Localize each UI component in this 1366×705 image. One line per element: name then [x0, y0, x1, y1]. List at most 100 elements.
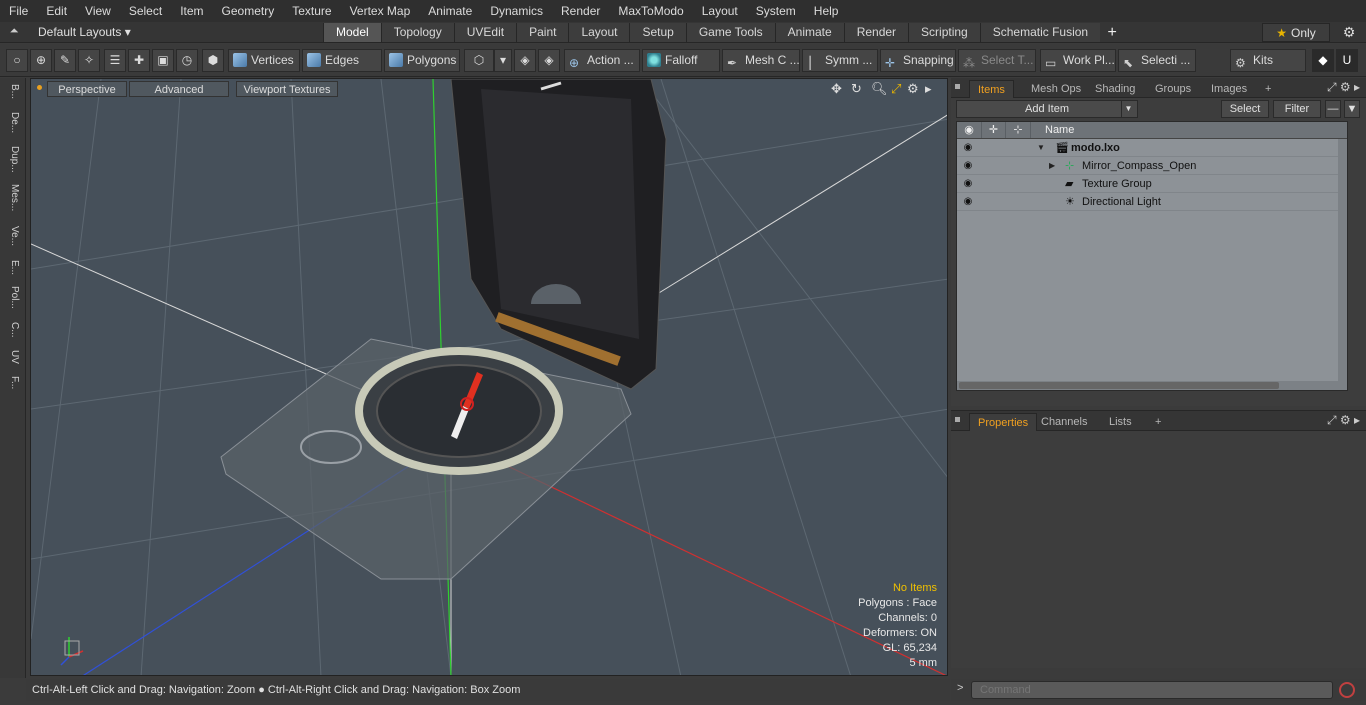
- menu-dynamics[interactable]: Dynamics: [481, 0, 552, 22]
- zoom-icon[interactable]: 🔍︎: [871, 81, 888, 97]
- record-macro-icon[interactable]: [1339, 682, 1355, 698]
- menu-item[interactable]: Item: [171, 0, 212, 22]
- panel-menu-icon[interactable]: [955, 417, 960, 422]
- tab-model[interactable]: Model: [323, 23, 381, 42]
- center-icon[interactable]: ✚: [128, 49, 150, 72]
- default-layouts-dropdown[interactable]: Default Layouts ▾: [30, 22, 139, 43]
- vertices-button[interactable]: Vertices: [228, 49, 300, 72]
- eye-icon[interactable]: ◉: [961, 157, 975, 175]
- maximize-icon[interactable]: ⤢: [891, 81, 901, 97]
- menu-system[interactable]: System: [747, 0, 805, 22]
- snapping-button[interactable]: ✛ Snapping: [880, 49, 956, 72]
- only-button[interactable]: ★ Only: [1262, 23, 1330, 42]
- tab-render[interactable]: Render: [843, 23, 909, 42]
- tree-row-scene[interactable]: ◉ ▼ 🎬︎ modo.lxo: [957, 139, 1347, 157]
- panel-expand-gear-icon[interactable]: ⤢ ⚙ ▸: [1327, 413, 1360, 428]
- chevron-down-icon[interactable]: ▾: [494, 49, 512, 72]
- tab-uvedit[interactable]: UVEdit: [453, 23, 517, 42]
- menu-vertex-map[interactable]: Vertex Map: [341, 0, 420, 22]
- horizontal-scrollbar[interactable]: [957, 381, 1347, 390]
- selection-sets-button[interactable]: ⬉ Selecti ...: [1118, 49, 1196, 72]
- strip-tab-duplicate[interactable]: Dup...: [4, 146, 20, 173]
- viewport-gear-icon[interactable]: ⚙: [907, 81, 919, 97]
- scroll-thumb[interactable]: [959, 382, 1279, 389]
- viewport-textures-button[interactable]: Viewport Textures: [236, 81, 338, 97]
- tree-row-directional-light[interactable]: ◉ ☀ Directional Light: [957, 193, 1347, 211]
- kits-button[interactable]: ⚙ Kits: [1230, 49, 1306, 72]
- menu-edit[interactable]: Edit: [37, 0, 76, 22]
- eye-icon[interactable]: ◉: [961, 175, 975, 193]
- advanced-button[interactable]: Advanced: [129, 81, 229, 97]
- tab-topology[interactable]: Topology: [380, 23, 454, 42]
- menu-view[interactable]: View: [76, 0, 120, 22]
- tab-setup[interactable]: Setup: [629, 23, 686, 42]
- tab-animate[interactable]: Animate: [774, 23, 844, 42]
- eye-icon[interactable]: ◉: [961, 193, 975, 211]
- mesh-constraint-button[interactable]: ✒ Mesh C ...: [722, 49, 800, 72]
- panel-menu-icon[interactable]: [955, 84, 960, 89]
- viewport-menu-dot-icon[interactable]: [37, 85, 42, 90]
- filter-button[interactable]: Filter: [1273, 100, 1321, 118]
- menu-render[interactable]: Render: [552, 0, 609, 22]
- tab-items[interactable]: Items: [969, 80, 1014, 98]
- strip-tab-edge[interactable]: E...: [4, 260, 20, 275]
- menu-maxtomodo[interactable]: MaxToModo: [609, 0, 692, 22]
- menu-file[interactable]: File: [0, 0, 37, 22]
- menu-texture[interactable]: Texture: [283, 0, 340, 22]
- tab-images[interactable]: Images: [1203, 80, 1255, 98]
- strip-tab-deform[interactable]: De...: [4, 112, 20, 133]
- gear-icon[interactable]: ⚙: [1338, 23, 1360, 42]
- tab-properties[interactable]: Properties: [969, 413, 1038, 431]
- symmetry-shield-icon[interactable]: ◈: [538, 49, 560, 72]
- menu-layout[interactable]: Layout: [693, 0, 747, 22]
- select-circle-icon[interactable]: ○: [6, 49, 28, 72]
- strip-tab-mesh-edit[interactable]: Mes...: [4, 184, 20, 211]
- expand-arrow-icon[interactable]: ▼: [1037, 139, 1045, 157]
- brush-icon[interactable]: ✧: [78, 49, 100, 72]
- perspective-button[interactable]: Perspective: [47, 81, 127, 97]
- work-plane-button[interactable]: ▭ Work Pl...: [1040, 49, 1116, 72]
- select-through-button[interactable]: ⁂ Select T...: [958, 49, 1036, 72]
- collapse-icon[interactable]: —: [1325, 100, 1341, 118]
- align-icon[interactable]: ☰: [104, 49, 126, 72]
- unreal-icon[interactable]: U: [1336, 49, 1358, 72]
- strip-tab-basic[interactable]: B...: [4, 84, 20, 99]
- polygons-button[interactable]: Polygons: [384, 49, 460, 72]
- item-mode-icon[interactable]: ⬢: [202, 49, 224, 72]
- layout-arrow-icon[interactable]: ⏶: [6, 25, 22, 39]
- symmetry-button[interactable]: ⎮ Symm ...: [802, 49, 878, 72]
- visibility-column-eye-icon[interactable]: ◉: [957, 122, 982, 138]
- action-center-button[interactable]: ⊕ Action ...: [564, 49, 640, 72]
- name-column-header[interactable]: Name: [1045, 122, 1074, 139]
- lock-column-icon[interactable]: ✛: [982, 122, 1006, 138]
- strip-tab-polygon[interactable]: Pol...: [4, 286, 20, 309]
- tab-game-tools[interactable]: Game Tools: [685, 23, 775, 42]
- rotate-icon[interactable]: ↻: [851, 81, 862, 97]
- material-mode-icon[interactable]: ⬡: [464, 49, 494, 72]
- tree-row-mesh[interactable]: ◉ ▶ ⊹ Mirror_Compass_Open: [957, 157, 1347, 175]
- strip-tab-curve[interactable]: C...: [4, 322, 20, 338]
- vertical-scrollbar[interactable]: [1338, 139, 1347, 390]
- menu-select[interactable]: Select: [120, 0, 171, 22]
- 3d-viewport[interactable]: Perspective Advanced Viewport Textures ✥…: [30, 78, 948, 676]
- tab-groups[interactable]: Groups: [1147, 80, 1199, 98]
- add-item-dropdown[interactable]: Add Item ▼: [956, 100, 1138, 118]
- add-tab-icon[interactable]: +: [1100, 23, 1124, 42]
- menu-help[interactable]: Help: [805, 0, 848, 22]
- expand-arrow-icon[interactable]: ▶: [1049, 157, 1055, 175]
- tab-schematic-fusion[interactable]: Schematic Fusion: [979, 23, 1101, 42]
- panel-expand-gear-icon[interactable]: ⤢ ⚙ ▸: [1327, 80, 1360, 95]
- unity-icon[interactable]: ◆: [1312, 49, 1334, 72]
- add-panel-tab-icon[interactable]: +: [1147, 413, 1169, 431]
- strip-tab-fusion[interactable]: F...: [4, 376, 20, 389]
- menu-animate[interactable]: Animate: [419, 0, 481, 22]
- tab-channels[interactable]: Channels: [1033, 413, 1095, 431]
- funnel-icon[interactable]: ▼: [1344, 100, 1360, 118]
- edges-button[interactable]: Edges: [302, 49, 382, 72]
- select-button[interactable]: Select: [1221, 100, 1269, 118]
- timer-icon[interactable]: ◷: [176, 49, 198, 72]
- menu-geometry[interactable]: Geometry: [213, 0, 284, 22]
- strip-tab-vertex[interactable]: Ve...: [4, 226, 20, 246]
- pan-icon[interactable]: ✥: [831, 81, 842, 97]
- globe-icon[interactable]: ⊕: [30, 49, 52, 72]
